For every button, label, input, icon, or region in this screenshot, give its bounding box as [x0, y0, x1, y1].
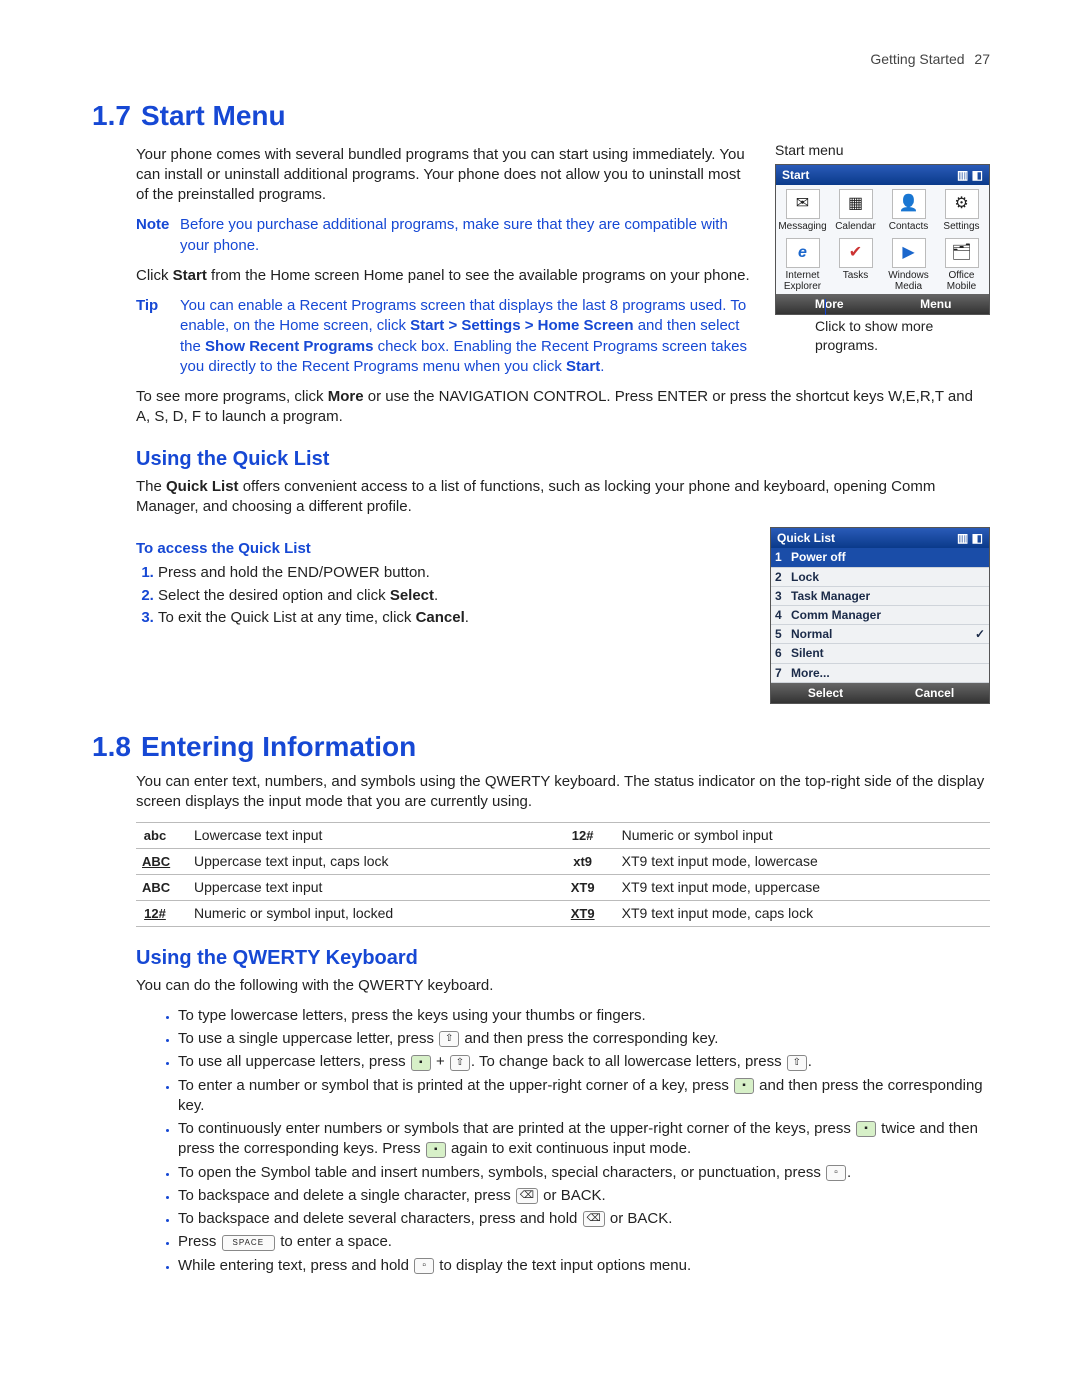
- startmenu-icon-calendar: ▦Calendar: [829, 185, 882, 234]
- play-icon: ▶: [892, 238, 926, 268]
- startmenu-icon-tasks: ✔Tasks: [829, 234, 882, 294]
- mode-icon: 12#: [570, 827, 596, 845]
- check-icon: ✓: [975, 626, 985, 642]
- fn-key-icon: ▪: [734, 1078, 754, 1094]
- calendar-icon: ▦: [839, 189, 873, 219]
- table-row: abc Lowercase text input 12# Numeric or …: [136, 823, 990, 849]
- folder-icon: 🗂: [945, 238, 979, 268]
- table-row: ABC Uppercase text input, caps lock xt9 …: [136, 849, 990, 875]
- qwerty-intro: You can do the following with the QWERTY…: [136, 976, 990, 996]
- person-icon: 👤: [892, 189, 926, 219]
- shift-key-icon: ⇧: [439, 1031, 459, 1047]
- ql-row-3: 3Task Manager: [771, 587, 989, 606]
- options-key-icon: ▫: [414, 1258, 434, 1274]
- shift-key-icon: ⇧: [787, 1055, 807, 1071]
- startmenu-icon-office: 🗂Office Mobile: [935, 234, 988, 294]
- softkey-menu: Menu: [883, 294, 990, 314]
- space-key-icon: SPACE: [222, 1235, 276, 1251]
- note-1-7: Note Before you purchase additional prog…: [136, 215, 757, 256]
- backspace-key-icon: ⌫: [516, 1188, 538, 1204]
- startmenu-icon-contacts: 👤Contacts: [882, 185, 935, 234]
- mode-icon: XT9: [570, 905, 596, 923]
- ie-icon: e: [786, 238, 820, 268]
- list-item: To type lowercase letters, press the key…: [178, 1006, 990, 1026]
- startmenu-icon-settings: ⚙Settings: [935, 185, 988, 234]
- quicklist-steps: Press and hold the END/POWER button. Sel…: [136, 563, 750, 628]
- tip-1-7: Tip You can enable a Recent Programs scr…: [136, 296, 757, 377]
- list-item: To backspace and delete several characte…: [178, 1209, 990, 1229]
- battery-icon: ▥ ◧: [957, 530, 983, 546]
- backspace-key-icon: ⌫: [583, 1211, 605, 1227]
- startmenu-arrow-caption: Click to show more programs.: [775, 317, 990, 355]
- mode-icon: xt9: [570, 853, 596, 871]
- step-1: Press and hold the END/POWER button.: [158, 563, 750, 583]
- qwerty-bullets: To type lowercase letters, press the key…: [156, 1006, 990, 1276]
- intro-1-8: You can enter text, numbers, and symbols…: [136, 772, 990, 813]
- list-item: While entering text, press and hold ▫ to…: [178, 1256, 990, 1276]
- quicklist-intro: The Quick List offers convenient access …: [136, 477, 990, 518]
- table-row: 12# Numeric or symbol input, locked XT9 …: [136, 900, 990, 926]
- list-item: To use a single uppercase letter, press …: [178, 1029, 990, 1049]
- startmenu-figure: Start ▥ ◧ ✉Messaging ▦Calendar 👤Contacts…: [775, 164, 990, 315]
- list-item: To backspace and delete a single charact…: [178, 1186, 990, 1206]
- startmenu-titlebar: Start ▥ ◧: [776, 165, 989, 185]
- startmenu-caption: Start menu: [775, 141, 990, 160]
- fn-key-icon: ▪: [426, 1142, 446, 1158]
- list-item: To continuously enter numbers or symbols…: [178, 1119, 990, 1160]
- heading-1-7: 1.7Start Menu: [92, 97, 990, 135]
- input-modes-table: abc Lowercase text input 12# Numeric or …: [136, 822, 990, 927]
- softkey-select: Select: [771, 683, 880, 703]
- mode-icon: XT9: [570, 879, 596, 897]
- mode-icon: ABC: [142, 879, 170, 897]
- quicklist-figure: Quick List▥ ◧ 1Power off 2Lock 3Task Man…: [770, 527, 990, 704]
- list-item: To enter a number or symbol that is prin…: [178, 1076, 990, 1117]
- ql-row-7: 7More...: [771, 664, 989, 683]
- fn-key-icon: ▪: [411, 1055, 431, 1071]
- softkey-cancel: Cancel: [880, 683, 989, 703]
- ql-row-4: 4Comm Manager: [771, 606, 989, 625]
- ql-row-2: 2Lock: [771, 568, 989, 587]
- startmenu-icon-messaging: ✉Messaging: [776, 185, 829, 234]
- mode-icon: abc: [142, 827, 168, 845]
- list-item: To use all uppercase letters, press ▪ + …: [178, 1052, 990, 1072]
- startmenu-icon-ie: eInternet Explorer: [776, 234, 829, 294]
- softkey-more: More: [776, 294, 883, 314]
- step-3: To exit the Quick List at any time, clic…: [158, 608, 750, 628]
- gear-icon: ⚙: [945, 189, 979, 219]
- battery-icon: ▥ ◧: [957, 167, 983, 183]
- ql-row-6: 6Silent: [771, 644, 989, 663]
- check-icon: ✔: [839, 238, 873, 268]
- mode-icon: 12#: [142, 905, 168, 923]
- startmenu-icon-wmp: ▶Windows Media: [882, 234, 935, 294]
- page-header: Getting Started 27: [92, 50, 990, 69]
- intro-1-7: Your phone comes with several bundled pr…: [136, 145, 757, 206]
- step-2: Select the desired option and click Sele…: [158, 586, 750, 606]
- header-page: 27: [974, 51, 990, 67]
- mode-icon: ABC: [142, 853, 170, 871]
- click-start-para: Click Start from the Home screen Home pa…: [136, 266, 757, 286]
- heading-qwerty: Using the QWERTY Keyboard: [136, 945, 990, 972]
- envelope-icon: ✉: [786, 189, 820, 219]
- heading-access-quicklist: To access the Quick List: [136, 539, 750, 559]
- heading-1-8: 1.8Entering Information: [92, 728, 990, 766]
- list-item: Press SPACE to enter a space.: [178, 1232, 990, 1252]
- list-item: To open the Symbol table and insert numb…: [178, 1163, 990, 1183]
- table-row: ABC Uppercase text input XT9 XT9 text in…: [136, 874, 990, 900]
- shift-key-icon: ⇧: [450, 1055, 470, 1071]
- header-section: Getting Started: [870, 51, 964, 67]
- heading-quick-list: Using the Quick List: [136, 446, 990, 473]
- fn-key-icon: ▪: [856, 1121, 876, 1137]
- sym-key-icon: ▫: [826, 1165, 846, 1181]
- more-programs-para: To see more programs, click More or use …: [136, 387, 990, 428]
- ql-row-1: 1Power off: [771, 548, 989, 567]
- ql-row-5: 5Normal✓: [771, 625, 989, 644]
